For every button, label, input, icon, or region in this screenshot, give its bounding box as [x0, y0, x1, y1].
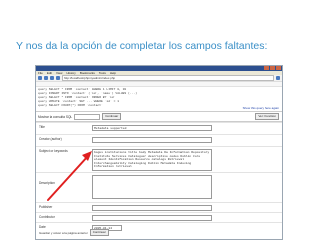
publisher-input[interactable]: [92, 205, 212, 211]
reload-icon[interactable]: [50, 76, 54, 80]
insert-form: Title Metadata supported Creator (author…: [36, 122, 282, 232]
sql-controls: Mostrar la consulta SQL Continuar Ver: F…: [36, 112, 282, 122]
subject-textarea[interactable]: bogus institucions title body Metadata D…: [92, 149, 212, 171]
slide-title: Y nos da la opción de completar los camp…: [16, 40, 268, 52]
description-textarea[interactable]: [92, 175, 212, 199]
form-footer: Guardar y volver a la página anterior Co…: [39, 229, 109, 236]
field-label: Subject or keywords: [39, 149, 68, 153]
home-icon[interactable]: [56, 76, 60, 80]
field-label: Creator (author): [39, 137, 62, 141]
minimize-icon[interactable]: [264, 66, 269, 70]
form-row-subject: Subject or keywords bogus institucions t…: [36, 146, 282, 173]
menu-file[interactable]: File: [38, 71, 43, 75]
field-label: Title: [39, 125, 45, 129]
maximize-icon[interactable]: [270, 66, 275, 70]
go-button[interactable]: Continuar: [102, 113, 122, 120]
title-input[interactable]: Metadata supported: [92, 125, 212, 131]
field-label: Publisher: [39, 205, 53, 209]
address-bar[interactable]: http://localhost/phpmyadmin/index.php: [62, 75, 274, 81]
query-label: Mostrar la consulta SQL: [38, 114, 73, 119]
form-row-description: Description: [36, 172, 282, 203]
browser-toolbar: http://localhost/phpmyadmin/index.php: [36, 75, 282, 82]
menu-edit[interactable]: Edit: [47, 71, 52, 75]
close-icon[interactable]: [276, 66, 281, 70]
query-input[interactable]: [74, 113, 101, 120]
back-icon[interactable]: [38, 76, 42, 80]
browser-screenshot: File Edit View History Bookmarks Tools H…: [35, 65, 283, 240]
function-select[interactable]: Ver: Function: [255, 113, 279, 120]
creator-input[interactable]: [92, 137, 212, 143]
forward-icon[interactable]: [44, 76, 48, 80]
search-icon[interactable]: [276, 76, 280, 80]
sql-note-link[interactable]: Show this query here again: [243, 106, 279, 110]
window-titlebar: [36, 66, 282, 71]
field-label: Contributor: [39, 215, 55, 219]
continue-button[interactable]: Continuar: [89, 229, 109, 236]
footer-label: Guardar y volver a la página anterior: [39, 230, 88, 235]
contributor-input[interactable]: [92, 215, 212, 221]
sql-history: query SELECT * FROM `contact` WHERE 1 LI…: [36, 87, 282, 112]
field-label: Description: [39, 181, 55, 185]
